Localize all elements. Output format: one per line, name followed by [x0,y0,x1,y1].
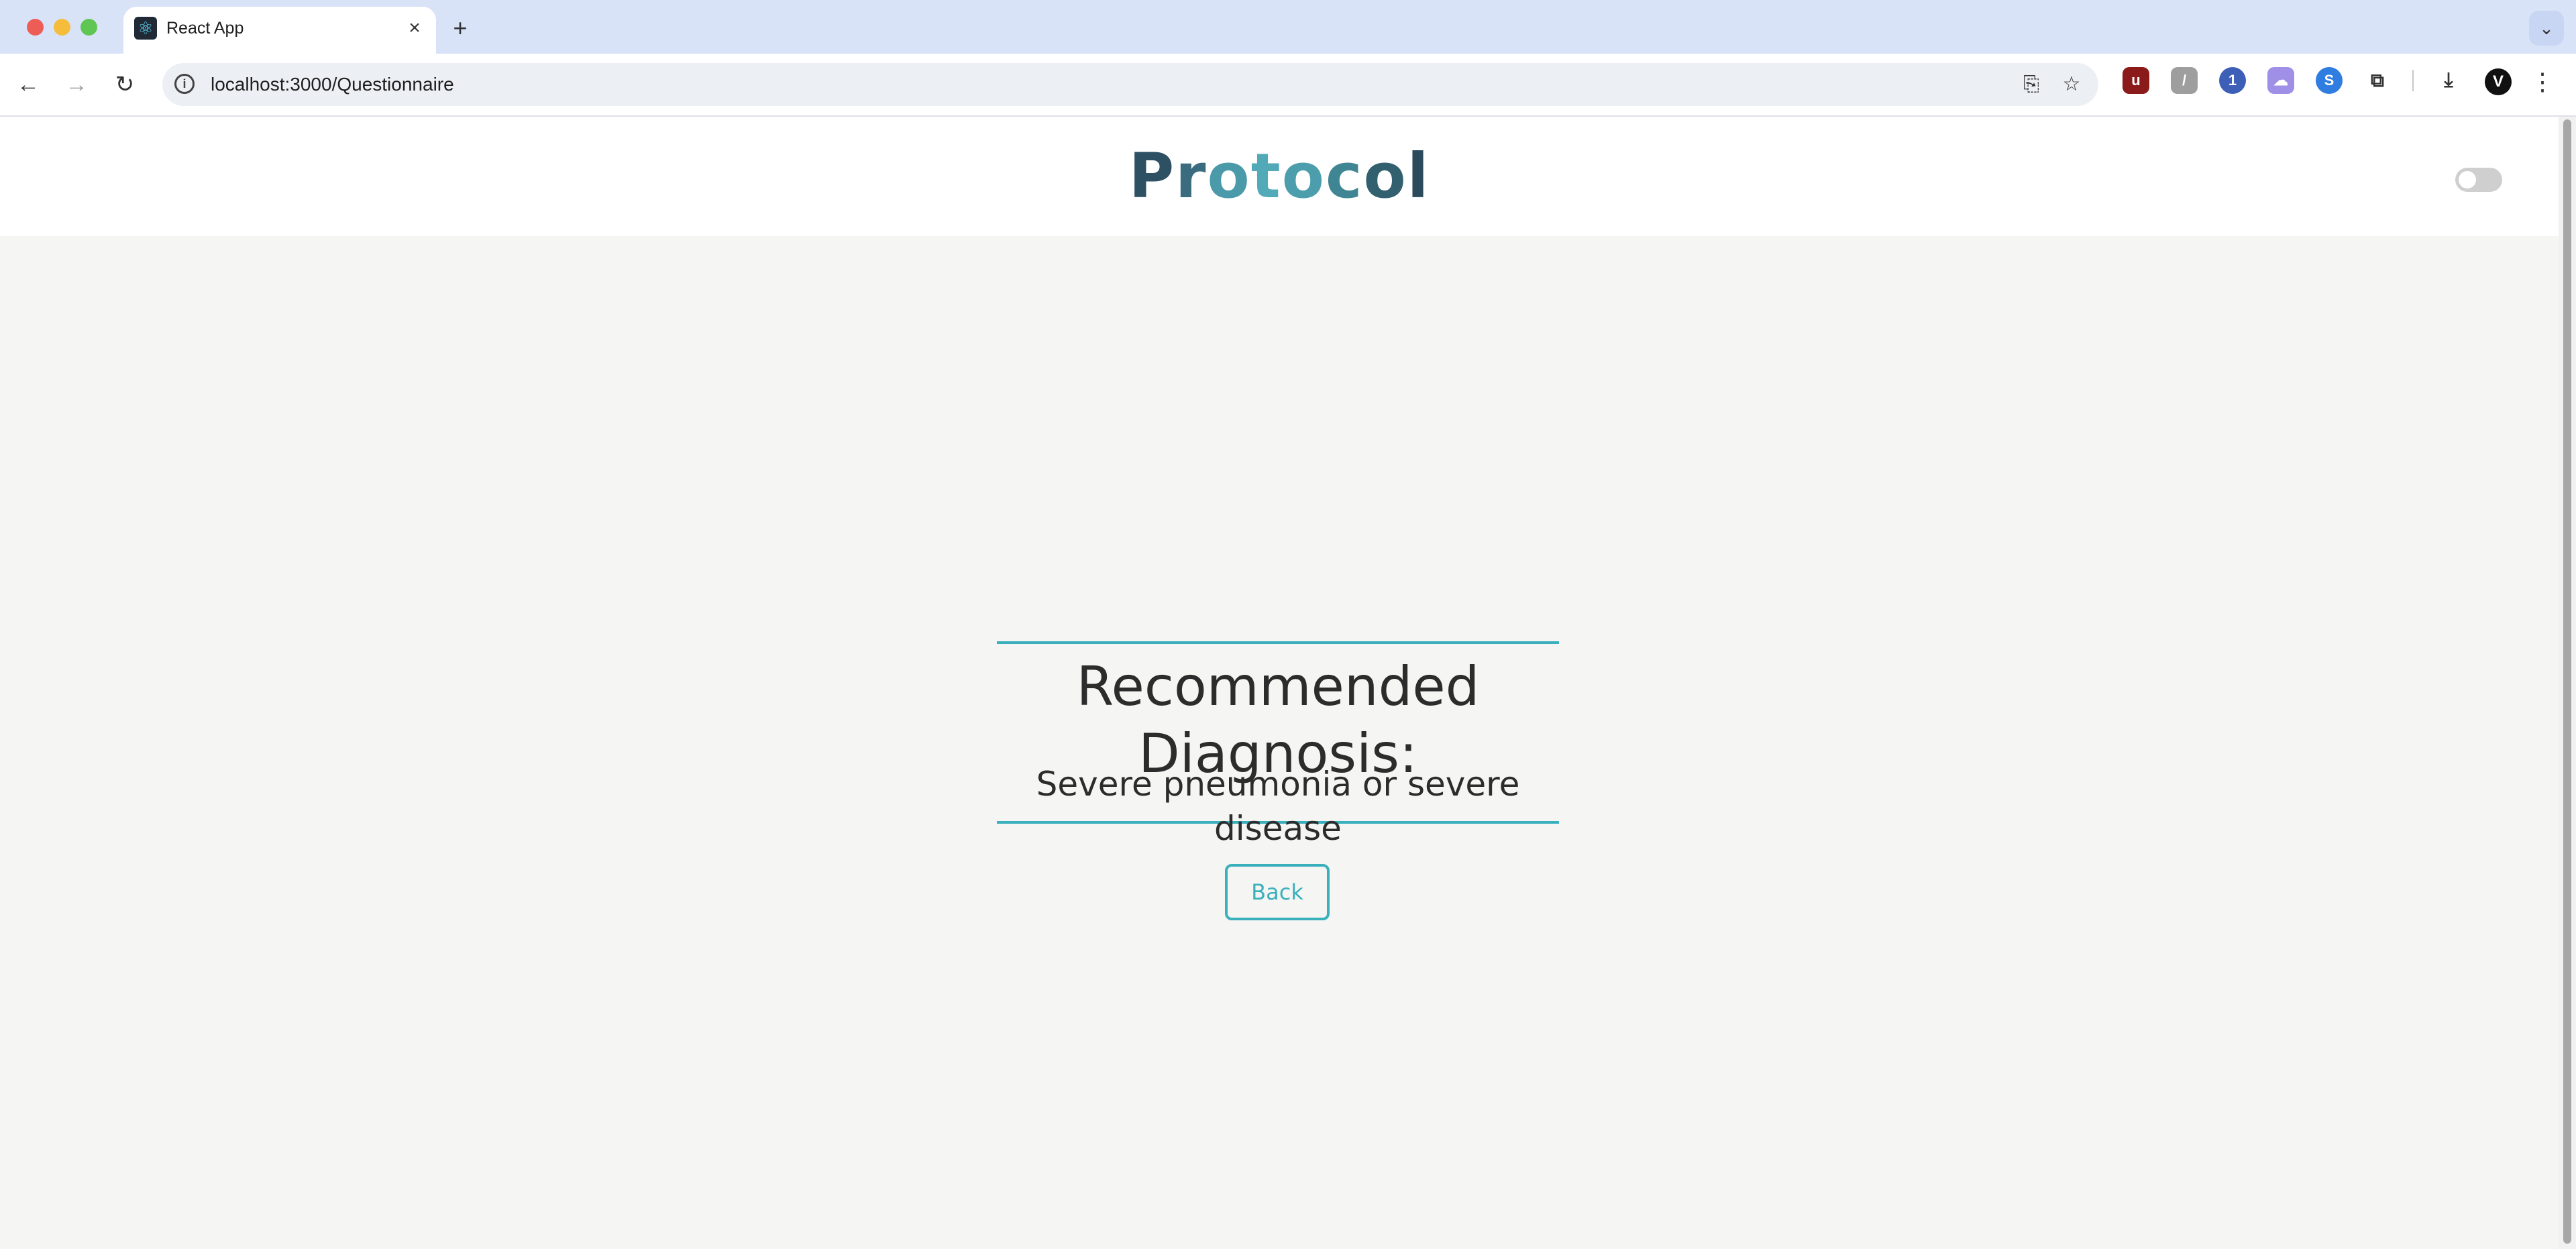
profile-avatar[interactable]: V [2485,68,2512,95]
extension-icon[interactable]: / [2171,67,2198,94]
site-info-icon[interactable]: i [174,74,195,94]
sync-extension-icon[interactable]: S [2316,67,2343,94]
page-scrollbar[interactable] [2559,117,2576,1249]
extensions-puzzle-icon[interactable]: ⧉ [2364,67,2391,94]
close-window-button[interactable] [27,19,44,36]
app-header: Protocol [0,117,2559,236]
address-url[interactable]: localhost:3000/Questionnaire [211,72,454,97]
minimize-window-button[interactable] [54,19,70,36]
browser-tab[interactable]: ⚛ React App × [123,7,436,54]
browser-tab-strip: ⚛ React App × + ⌄ [0,0,2576,54]
logo-letter: c [1325,140,1364,212]
logo-letter: l [1407,140,1430,212]
back-button[interactable]: Back [1225,864,1330,920]
logo-letter: P [1128,140,1176,212]
diagnosis-value: Severe pneumonia or severe disease [1036,765,1520,848]
logo-letter: t [1250,140,1282,212]
logo-letter: o [1363,140,1407,212]
diagnosis-result-panel: Recommended Diagnosis: Severe pneumonia … [997,641,1559,848]
back-arrow-icon[interactable]: ← [11,67,46,102]
bookmark-star-icon[interactable]: ☆ [2058,71,2085,98]
logo-letter: o [1207,140,1251,212]
theme-toggle[interactable] [2455,168,2502,192]
new-tab-icon[interactable]: + [445,13,475,43]
app-logo: Protocol [0,140,2559,213]
toggle-knob [2459,171,2476,188]
cloud-extension-icon[interactable]: ☁ [2267,67,2294,94]
install-app-icon[interactable]: ⎘ [2018,71,2045,98]
toolbar-divider [2412,70,2414,91]
tab-close-icon[interactable]: × [401,15,428,42]
react-icon: ⚛ [134,17,157,40]
browser-menu-icon[interactable]: ⋮ [2529,66,2556,98]
scrollbar-thumb[interactable] [2563,119,2571,1244]
main-content: Recommended Diagnosis: Severe pneumonia … [0,236,2559,1249]
tab-title: React App [166,19,244,38]
logo-letter: r [1175,140,1208,212]
password-manager-extension-icon[interactable]: 1 [2219,67,2246,94]
forward-arrow-icon[interactable]: → [59,67,94,102]
reload-icon[interactable]: ↻ [107,67,142,102]
address-bar[interactable]: i localhost:3000/Questionnaire ⎘ ☆ [162,63,2098,106]
tab-search-chevron-icon[interactable]: ⌄ [2529,11,2564,46]
maximize-window-button[interactable] [80,19,97,36]
downloads-icon[interactable]: ⤓ [2435,67,2462,94]
logo-letter: o [1281,140,1326,212]
ublock-extension-icon[interactable]: u [2123,67,2149,94]
